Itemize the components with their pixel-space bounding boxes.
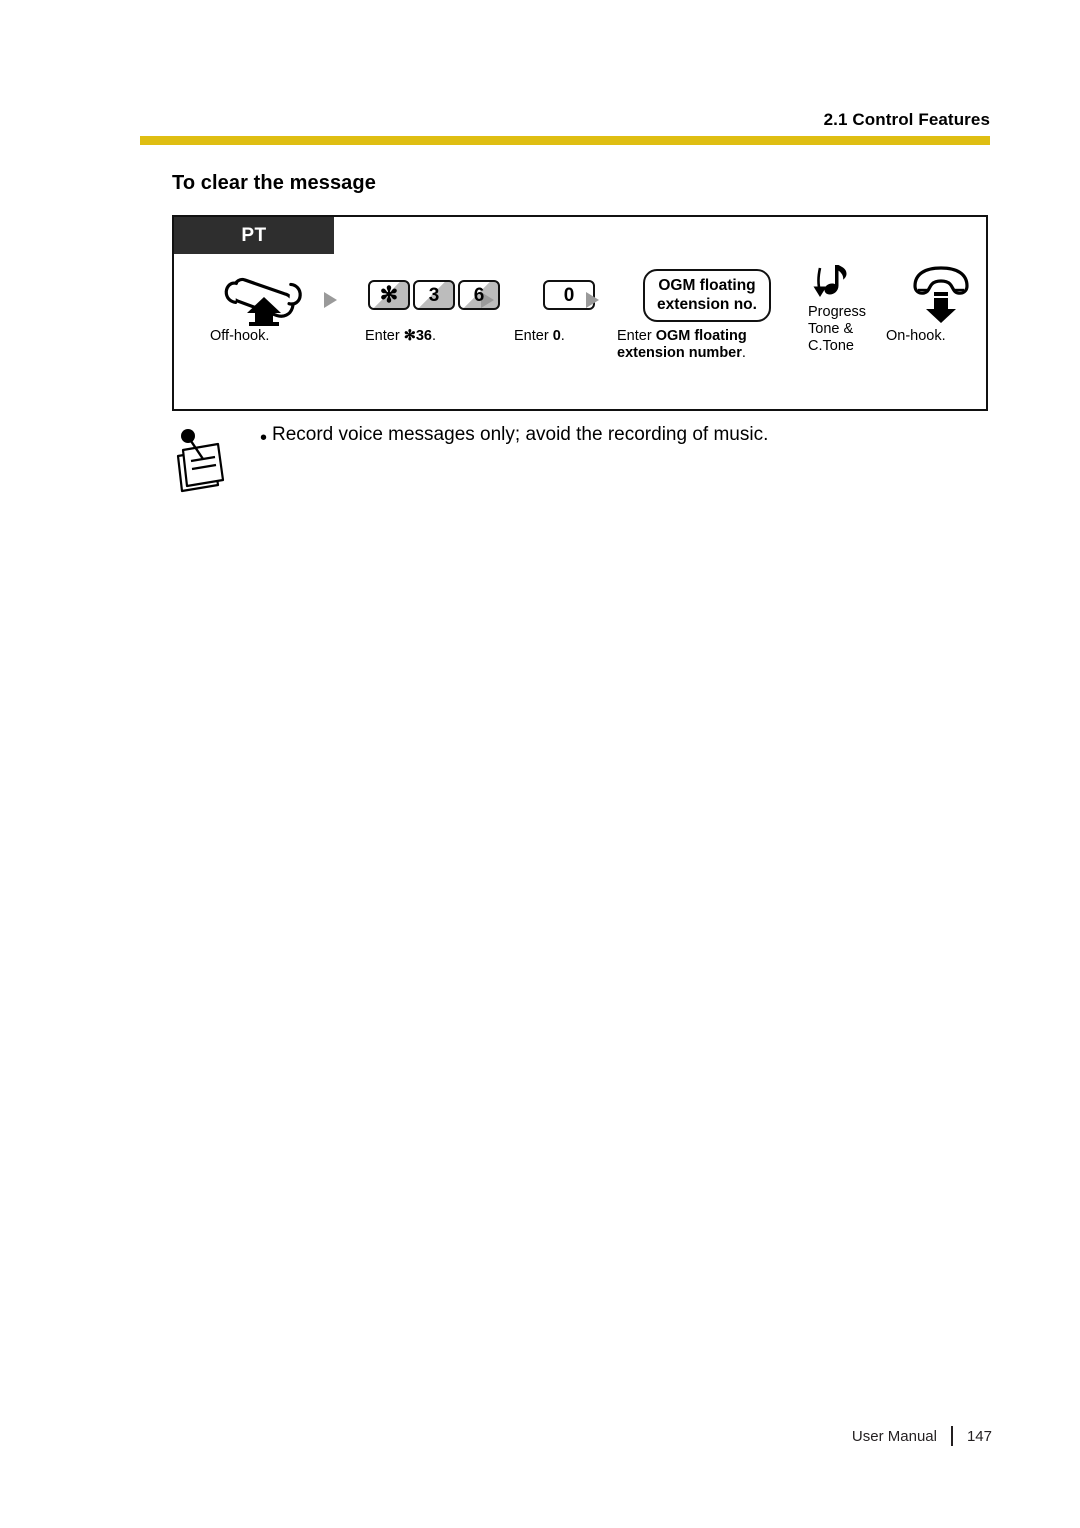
handset-onhook-svg: [913, 266, 969, 323]
note-bullet: •: [260, 427, 268, 449]
progress-tone-label: Progress Tone & C.Tone: [808, 304, 888, 355]
ogm-box-line-1: OGM floating: [658, 276, 756, 294]
flow-arrow-3-icon: [586, 292, 599, 308]
step-ogm-extension: OGM floating extension no. Enter OGM flo…: [617, 262, 797, 362]
memo-note-icon: [172, 426, 234, 496]
flow-arrow-1-icon: [324, 292, 337, 308]
note-block: • Record voice messages only; avoid the …: [172, 420, 988, 510]
handset-offhook-svg: [224, 277, 302, 326]
caption-prefix: Enter: [514, 328, 553, 344]
handset-offhook-icon: [210, 262, 320, 328]
ogm-extension-entry: OGM floating extension no.: [617, 262, 797, 328]
caption-prefix: Enter: [617, 328, 656, 344]
step-enter-0-caption: Enter 0.: [514, 328, 624, 345]
step-progress-tone: Progress Tone & C.Tone: [808, 262, 888, 355]
step-ogm-caption: Enter OGM floating extension number.: [617, 328, 797, 362]
note-text: Record voice messages only; avoid the re…: [272, 424, 769, 445]
tone-label-line-1: Progress: [808, 304, 867, 320]
pt-tab-label: PT: [174, 217, 334, 254]
tone-label-line-3: C.Tone: [808, 338, 854, 354]
footer-label: User Manual: [851, 1427, 937, 1445]
caption-bold-1: OGM floating: [655, 328, 747, 344]
caption-bold: ✻36: [403, 328, 432, 344]
step-on-hook: On-hook.: [886, 262, 996, 345]
step-on-hook-caption: On-hook.: [886, 328, 946, 344]
step-enter-0: 0 Enter 0.: [514, 262, 624, 345]
down-arrow-icon: [813, 286, 827, 297]
step-off-hook: Off-hook.: [210, 262, 320, 345]
procedure-diagram-box: PT Off-hook. ✻ 3 6 Enter ✻36. 0 Enter 0.…: [172, 215, 988, 411]
tone-note-svg: [813, 265, 847, 297]
ogm-floating-extension-box[interactable]: OGM floating extension no.: [643, 268, 771, 322]
key-star[interactable]: ✻: [368, 280, 410, 310]
down-arrow-icon: [926, 292, 956, 323]
keypad-zero: 0: [514, 262, 624, 328]
pin-icon: [181, 429, 195, 443]
caption-suffix: .: [560, 328, 565, 344]
page-footer: User Manual 147: [0, 1408, 1080, 1528]
handset-onhook-icon: [886, 262, 996, 328]
step-off-hook-caption: Off-hook.: [210, 328, 270, 344]
ogm-box-line-2: extension no.: [657, 295, 757, 313]
page-title: To clear the message: [172, 172, 376, 194]
caption-bold: 0: [552, 328, 561, 344]
page-header: 2.1 Control Features: [0, 0, 1080, 150]
music-note-down-arrow-icon: [808, 262, 888, 302]
caption-suffix: .: [741, 345, 746, 361]
tone-label-line-2: Tone &: [808, 321, 854, 337]
caption-prefix: Enter: [365, 328, 404, 344]
header-yellow-rule: [140, 136, 990, 145]
memo-note-svg: [176, 429, 225, 493]
footer-divider: [950, 1426, 953, 1446]
procedure-flow: Off-hook. ✻ 3 6 Enter ✻36. 0 Enter 0. OG…: [174, 262, 990, 402]
step-enter-star36-caption: Enter ✻36.: [359, 328, 509, 345]
caption-suffix: .: [431, 328, 436, 344]
header-section-title: 2.1 Control Features: [823, 110, 990, 129]
footer-page-number: 147: [966, 1427, 992, 1445]
caption-bold-2: extension number: [617, 345, 742, 361]
footer-content: User Manual 147: [852, 1426, 992, 1446]
key-3[interactable]: 3: [413, 280, 455, 310]
